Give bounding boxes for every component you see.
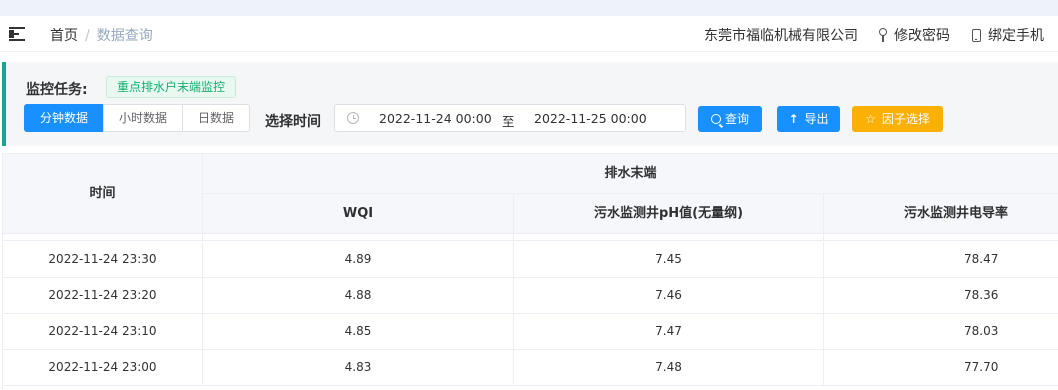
header-wqi[interactable]: WQI — [203, 194, 514, 234]
header-conductivity[interactable]: 污水监测井电导率(mS/m) — [824, 194, 1058, 260]
end-time-input[interactable]: 2022-11-25 00:00 — [534, 111, 647, 126]
start-time-input[interactable]: 2022-11-24 00:00 — [379, 111, 492, 126]
data-table: 时间 排水末端 WQI 污水监测井pH值(无量纲) 污水监测井电导率(mS/m)… — [2, 153, 1058, 390]
task-label: 监控任务: — [26, 82, 88, 98]
cell-wqi: 4.83 — [203, 350, 514, 386]
cell-conductivity: 78.36 — [824, 278, 1058, 314]
factor-button-label: 因子选择 — [881, 112, 930, 126]
header-ph[interactable]: 污水监测井pH值(无量纲) — [514, 194, 824, 234]
cell-time: 2022-11-24 23:30 — [3, 242, 203, 278]
company-name: 东莞市福临机械有限公司 — [704, 28, 858, 44]
tab-minute-data[interactable]: 分钟数据 — [24, 104, 105, 132]
tab-day-data[interactable]: 日数据 — [182, 104, 251, 132]
table-scroll-gap — [3, 234, 1058, 241]
cell-wqi: 4.85 — [203, 314, 514, 350]
menu-collapse-icon[interactable] — [9, 27, 27, 41]
cell-time: 2022-11-24 23:20 — [3, 278, 203, 314]
date-range-picker[interactable]: 2022-11-24 00:00 至 2022-11-25 00:00 — [334, 104, 686, 132]
cell-ph: 7.48 — [514, 350, 824, 386]
cell-ph: 7.46 — [514, 278, 824, 314]
time-label: 选择时间 — [265, 114, 321, 130]
bind-phone-label: 绑定手机 — [988, 28, 1044, 44]
change-password-link[interactable]: 修改密码 — [878, 25, 950, 45]
top-band — [0, 0, 1058, 16]
breadcrumb-home[interactable]: 首页 — [50, 28, 78, 44]
change-password-label: 修改密码 — [894, 28, 950, 44]
cell-wqi: 4.88 — [203, 278, 514, 314]
cell-conductivity: 78.47 — [824, 242, 1058, 278]
clock-icon — [347, 112, 359, 124]
bind-phone-link[interactable]: 绑定手机 — [972, 25, 1044, 45]
range-separator: 至 — [502, 114, 515, 129]
upload-icon: ↑ — [788, 112, 799, 126]
search-icon — [710, 114, 721, 124]
star-icon: ☆ — [865, 112, 876, 126]
cell-time: 2022-11-24 23:10 — [3, 314, 203, 350]
header-group-outlet: 排水末端 — [203, 154, 1058, 194]
cell-conductivity: 78.03 — [824, 314, 1058, 350]
cell-ph: 7.47 — [514, 314, 824, 350]
filter-panel: 监控任务: 重点排水户末端监控 分钟数据 小时数据 日数据 选择时间 2022-… — [2, 62, 1058, 146]
cell-wqi: 4.89 — [203, 242, 514, 278]
query-button[interactable]: 查询 — [698, 106, 762, 132]
factor-select-button[interactable]: ☆ 因子选择 — [852, 106, 943, 132]
granularity-tabs: 分钟数据 小时数据 日数据 — [24, 104, 251, 132]
mobile-phone-icon — [972, 29, 981, 42]
key-icon — [878, 28, 888, 42]
export-button-label: 导出 — [804, 112, 829, 126]
tab-hour-data[interactable]: 小时数据 — [103, 104, 184, 132]
cell-conductivity: 77.70 — [824, 350, 1058, 386]
task-tag: 重点排水户末端监控 — [106, 76, 237, 98]
breadcrumb: 首页 / 数据查询 — [50, 25, 153, 45]
cell-ph: 7.45 — [514, 242, 824, 278]
cell-time: 2022-11-24 23:00 — [3, 350, 203, 386]
breadcrumb-current: 数据查询 — [96, 28, 153, 44]
export-button[interactable]: ↑ 导出 — [777, 106, 840, 132]
header-time[interactable]: 时间 — [3, 154, 203, 234]
navbar: 首页 / 数据查询 东莞市福临机械有限公司 修改密码 绑定手机 — [0, 16, 1058, 52]
breadcrumb-separator: / — [85, 28, 90, 44]
query-button-label: 查询 — [724, 112, 749, 126]
